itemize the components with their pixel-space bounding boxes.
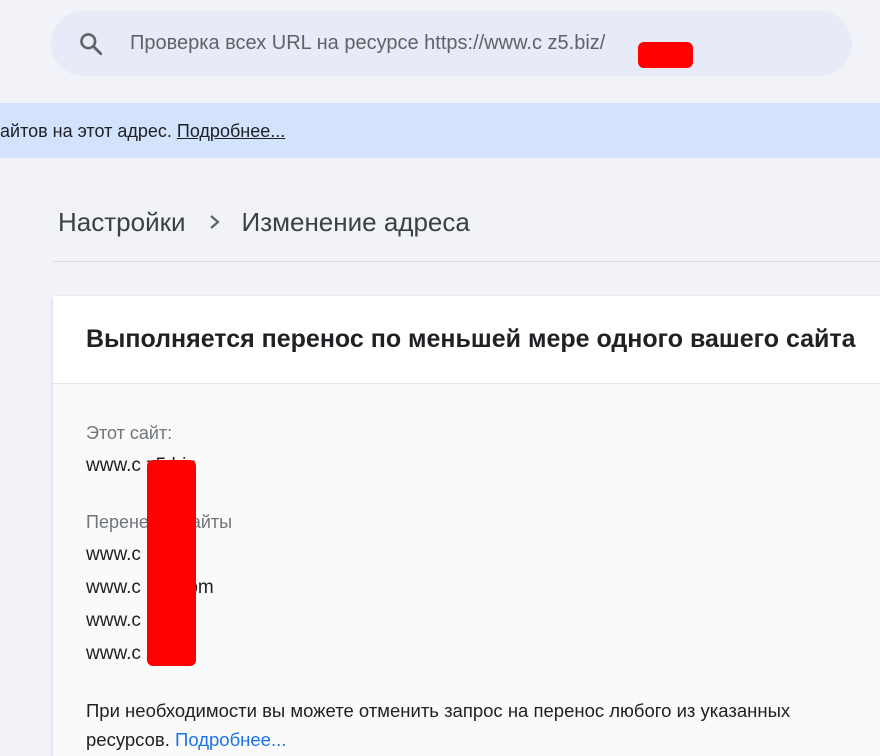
breadcrumb: Настройки Изменение адреса xyxy=(58,204,470,240)
page-title: Изменение адреса xyxy=(241,206,470,237)
card-title: Выполняется перенос по меньшей мере одно… xyxy=(86,325,856,353)
search-bar[interactable]: Проверка всех URL на ресурсе https://www… xyxy=(51,11,852,76)
this-site-label: Этот сайт: xyxy=(86,423,173,443)
cancel-note-learn-more-link[interactable]: Подробнее... xyxy=(175,729,286,750)
migration-card: Выполняется перенос по меньшей мере одно… xyxy=(53,296,880,756)
search-icon[interactable] xyxy=(78,31,104,57)
banner-message: айтов на этот адрес. Подробнее... xyxy=(0,121,285,142)
chevron-right-icon xyxy=(209,215,220,229)
search-input[interactable]: Проверка всех URL на ресурсе https://www… xyxy=(130,32,605,55)
banner-text: айтов на этот адрес. xyxy=(0,121,172,141)
divider xyxy=(53,261,880,262)
cancel-note: При необходимости вы можете отменить зап… xyxy=(86,696,806,754)
info-banner: айтов на этот адрес. Подробнее... xyxy=(0,103,880,158)
card-header: Выполняется перенос по меньшей мере одно… xyxy=(53,296,880,384)
redaction-mark xyxy=(638,42,693,68)
redaction-mark xyxy=(147,460,196,666)
banner-learn-more-link[interactable]: Подробнее... xyxy=(177,121,285,141)
breadcrumb-settings-link[interactable]: Настройки xyxy=(58,207,186,238)
